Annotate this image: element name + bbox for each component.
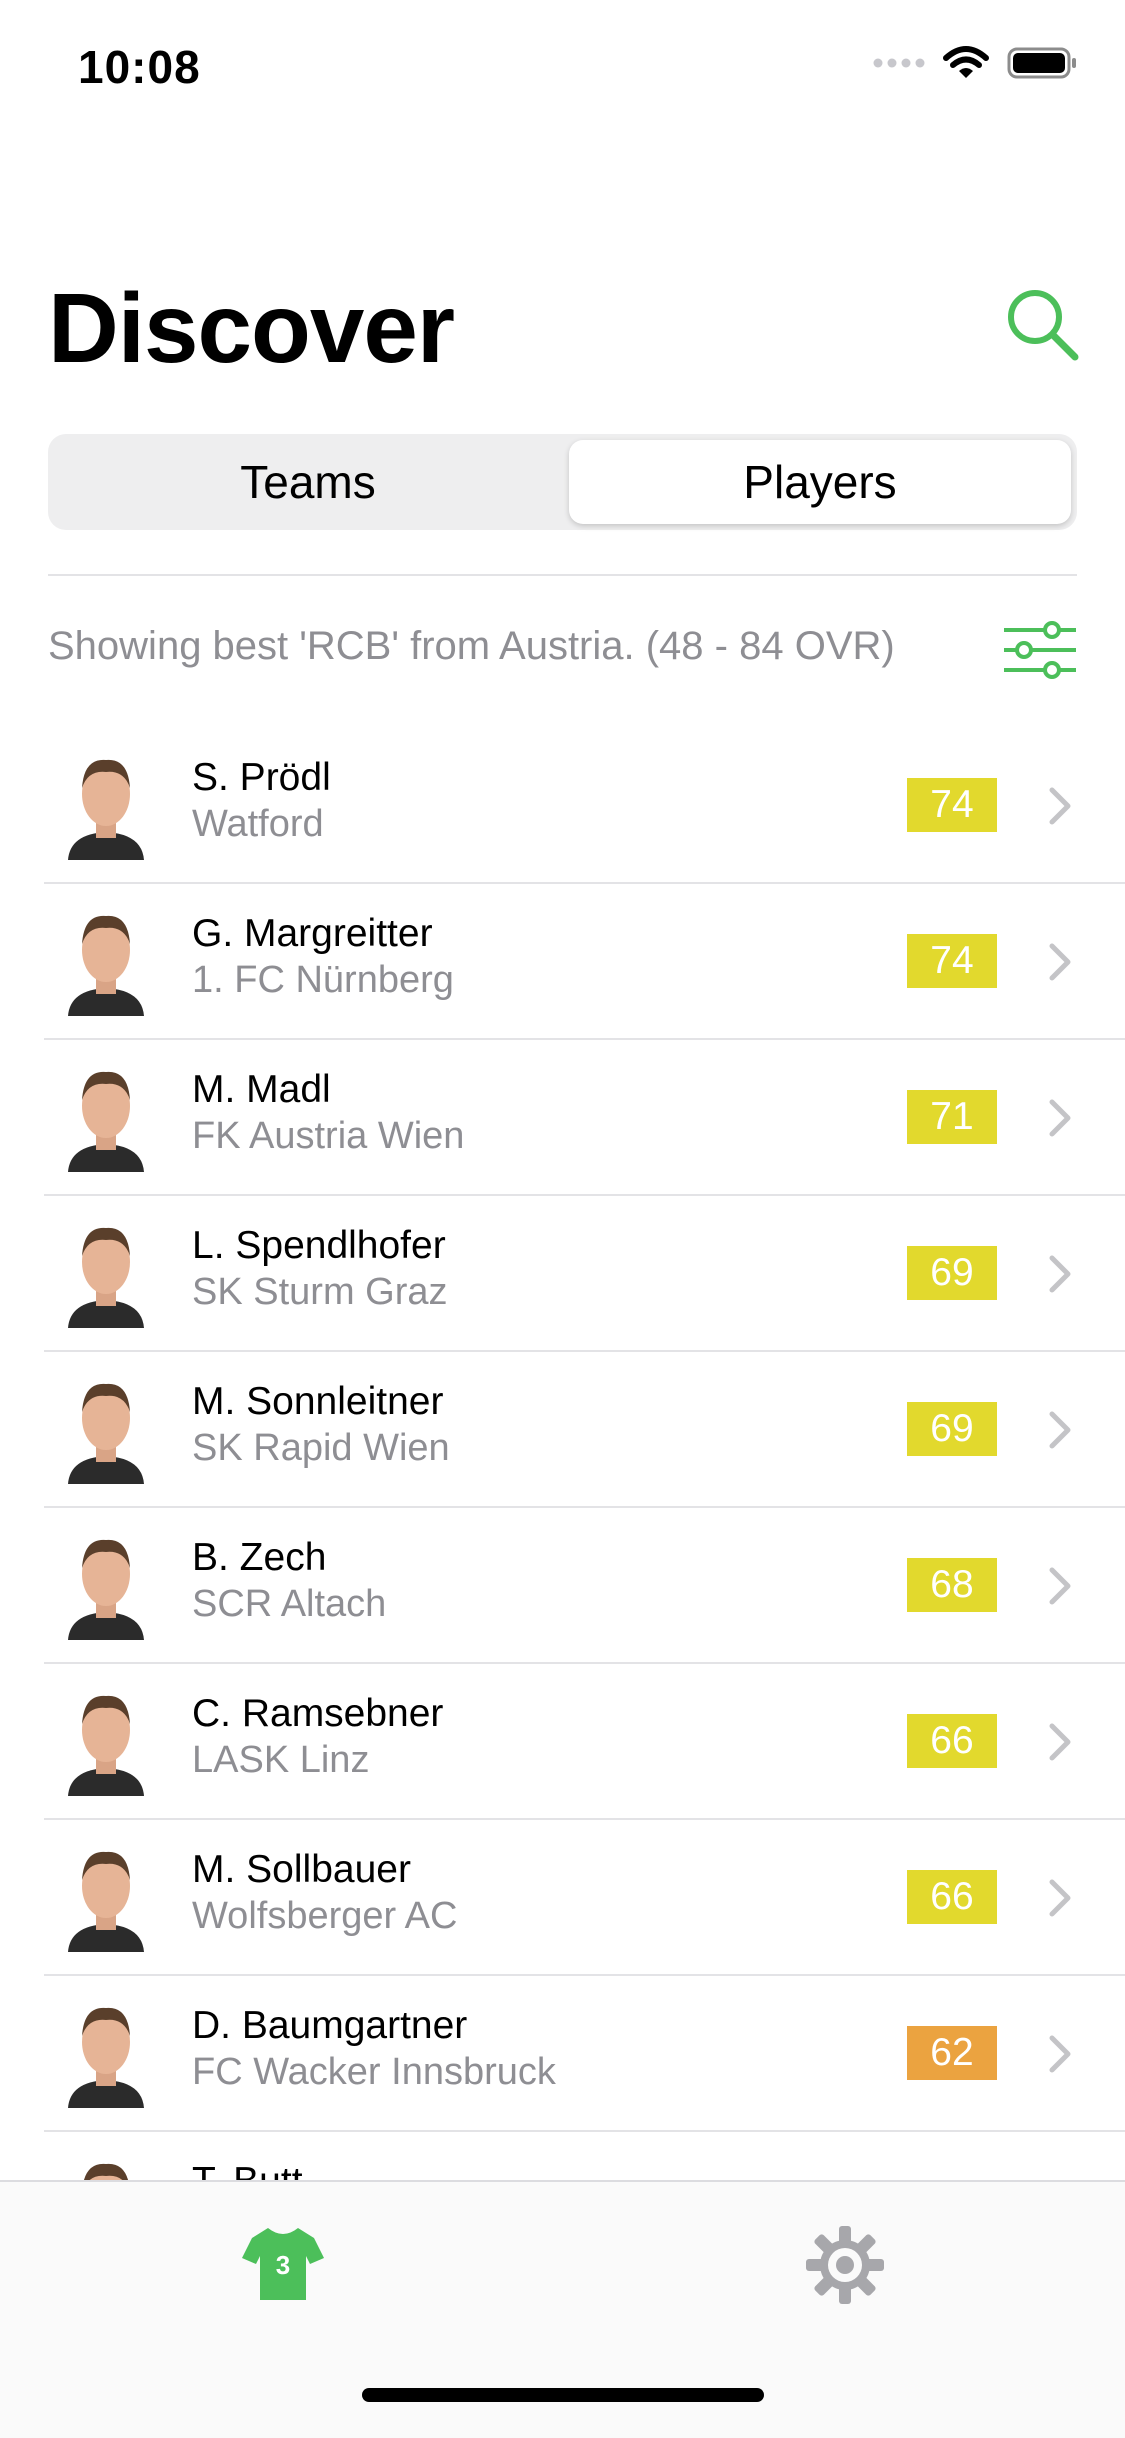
player-avatar <box>68 1383 144 1484</box>
jersey-icon: 3 <box>242 2228 324 2300</box>
segment-players[interactable]: Players <box>569 440 1071 524</box>
player-name: S. Prödl <box>192 756 331 799</box>
list-item[interactable]: M. Sonnleitner SK Rapid Wien 69 <box>0 1352 1125 1508</box>
player-club: Wolfsberger AC <box>192 1895 458 1937</box>
status-icons <box>873 46 1077 80</box>
rating-badge: 66 <box>907 1870 997 1924</box>
player-name: D. Baumgartner <box>192 2004 468 2047</box>
player-avatar <box>68 915 144 1016</box>
player-avatar <box>68 1851 144 1952</box>
list-item[interactable]: B. Zech SCR Altach 68 <box>0 1508 1125 1664</box>
page-title: Discover <box>48 273 455 383</box>
list-item[interactable]: T. Butt... <box>0 2132 1125 2180</box>
player-club: SCR Altach <box>192 1583 387 1625</box>
list-item[interactable]: D. Baumgartner FC Wacker Innsbruck 62 <box>0 1976 1125 2132</box>
chevron-right-icon <box>1049 943 1071 981</box>
list-item[interactable]: M. Madl FK Austria Wien 71 <box>0 1040 1125 1196</box>
player-club: SK Rapid Wien <box>192 1427 450 1469</box>
signal-dots-icon <box>873 58 925 68</box>
chevron-right-icon <box>1049 1567 1071 1605</box>
tab-settings[interactable] <box>800 2220 890 2310</box>
rating-badge: 68 <box>907 1558 997 1612</box>
player-list: S. Prödl Watford 74 G. Margreitter 1. FC… <box>0 728 1125 2180</box>
list-item[interactable]: L. Spendlhofer SK Sturm Graz 69 <box>0 1196 1125 1352</box>
status-time: 10:08 <box>78 41 201 93</box>
player-name: M. Sonnleitner <box>192 1380 444 1423</box>
rating-badge: 74 <box>907 778 997 832</box>
player-avatar <box>84 2163 128 2180</box>
list-item[interactable]: S. Prödl Watford 74 <box>0 728 1125 884</box>
sliders-icon <box>1004 621 1076 679</box>
filter-description: Showing best 'RCB' from Austria. (48 - 8… <box>48 624 895 668</box>
chevron-right-icon <box>1049 1879 1071 1917</box>
player-name: M. Madl <box>192 1068 331 1111</box>
home-indicator <box>362 2388 764 2402</box>
list-item[interactable]: C. Ramsebner LASK Linz 66 <box>0 1664 1125 1820</box>
player-club: SK Sturm Graz <box>192 1271 448 1313</box>
player-name: G. Margreitter <box>192 912 433 955</box>
player-club: LASK Linz <box>192 1739 370 1781</box>
list-item[interactable]: G. Margreitter 1. FC Nürnberg 74 <box>0 884 1125 1040</box>
chevron-right-icon <box>1049 1411 1071 1449</box>
rating-badge: 66 <box>907 1714 997 1768</box>
chevron-right-icon <box>1049 1723 1071 1761</box>
chevron-right-icon <box>1049 787 1071 825</box>
segment-teams[interactable]: Teams <box>54 440 562 524</box>
status-bar: 10:08 <box>0 0 1125 140</box>
player-avatar <box>68 759 144 860</box>
search-button[interactable] <box>1000 282 1084 366</box>
segmented-control: Teams Players <box>48 434 1077 530</box>
player-name: T. Butt... <box>192 2160 335 2180</box>
divider <box>48 574 1077 576</box>
filter-button[interactable] <box>1000 618 1080 682</box>
rating-badge: 71 <box>907 1090 997 1144</box>
list-item[interactable]: M. Sollbauer Wolfsberger AC 66 <box>0 1820 1125 1976</box>
player-club: FK Austria Wien <box>192 1115 465 1157</box>
rating-badge: 69 <box>907 1246 997 1300</box>
player-name: B. Zech <box>192 1536 327 1579</box>
gear-icon <box>806 2226 884 2304</box>
tab-teams-badge: 3 <box>276 2250 290 2280</box>
player-avatar <box>68 1695 144 1796</box>
chevron-right-icon <box>1049 1099 1071 1137</box>
player-club: 1. FC Nürnberg <box>192 959 454 1001</box>
player-name: L. Spendlhofer <box>192 1224 446 1267</box>
battery-icon <box>1007 47 1076 79</box>
chevron-right-icon <box>1049 1255 1071 1293</box>
rating-badge: 62 <box>907 2026 997 2080</box>
chevron-right-icon <box>1049 2035 1071 2073</box>
player-name: C. Ramsebner <box>192 1692 444 1735</box>
player-club: Watford <box>192 803 324 845</box>
rating-badge: 69 <box>907 1402 997 1456</box>
player-avatar <box>68 1539 144 1640</box>
player-avatar <box>68 1071 144 1172</box>
tab-teams[interactable]: 3 <box>238 2220 328 2310</box>
player-club: FC Wacker Innsbruck <box>192 2051 556 2093</box>
player-avatar <box>68 2007 144 2108</box>
player-avatar <box>68 1227 144 1328</box>
wifi-icon <box>943 46 989 78</box>
player-name: M. Sollbauer <box>192 1848 411 1891</box>
rating-badge: 74 <box>907 934 997 988</box>
search-icon <box>1008 290 1079 361</box>
